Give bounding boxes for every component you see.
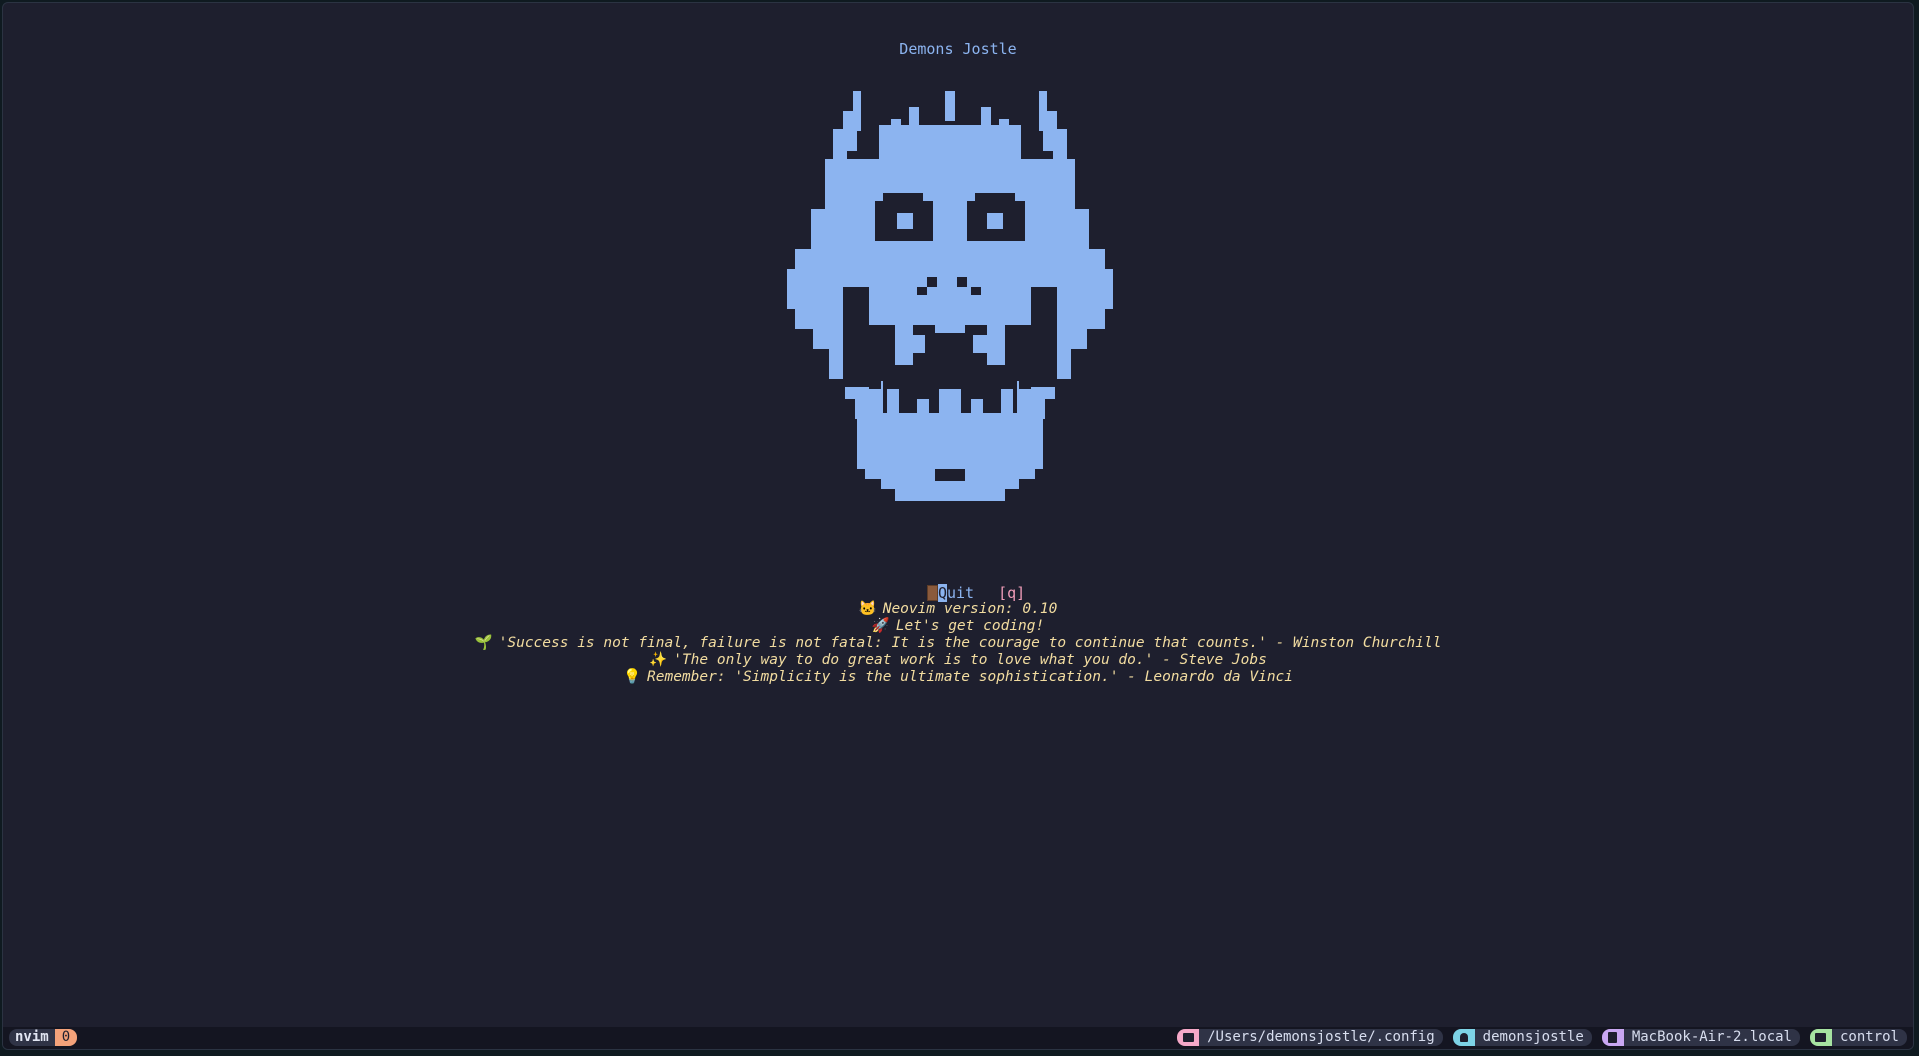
user-icon [1452, 1029, 1475, 1046]
footer-line-churchill: 🌱 'Success is not final, failure is not f… [3, 635, 1913, 652]
footer-line-jobs: ✨ 'The only way to do great work is to lo… [3, 652, 1913, 669]
footer-line-coding: 🚀 Let's get coding! [3, 618, 1913, 635]
skull-logo-icon [787, 91, 1113, 501]
cursor: Q [937, 584, 947, 602]
footer-line-davinci: 💡 Remember: 'Simplicity is the ultimate s… [3, 669, 1913, 686]
user-text: demonsjostle [1474, 1029, 1592, 1046]
status-user: demonsjostle [1452, 1029, 1592, 1046]
dashboard-header: Demons Jostle [899, 40, 1017, 58]
version-text: Neovim version: 0.10 [882, 601, 1058, 617]
dashboard-footer: 🐱 Neovim version: 0.10 🚀 Let's get coding!… [3, 601, 1913, 686]
path-text: /Users/demonsjostle/.config [1199, 1029, 1443, 1046]
quote-davinci: Remember: 'Simplicity is the ultimate so… [647, 669, 1294, 685]
sparkles-icon: ✨ [649, 652, 668, 668]
status-mode: control [1809, 1029, 1907, 1046]
rocket-icon: 🚀 [871, 618, 890, 634]
terminal-window: Demons Jostle Quit [q] 🐱 Neovim version: 0… [2, 2, 1914, 1050]
host-text: MacBook-Air-2.local [1623, 1029, 1800, 1046]
quote-churchill: 'Success is not final, failure is not fa… [498, 635, 1442, 651]
tmux-statusbar: nvim 0 /Users/demonsjostle/.config demon… [3, 1027, 1913, 1049]
window-index-badge: 0 [54, 1029, 78, 1046]
session-indicator[interactable]: nvim 0 [9, 1029, 78, 1046]
server-icon [1601, 1029, 1624, 1046]
status-right: /Users/demonsjostle/.config demonsjostle… [1177, 1029, 1907, 1046]
status-path: /Users/demonsjostle/.config [1177, 1029, 1443, 1046]
lightbulb-icon: 💡 [622, 669, 642, 685]
coding-text: Let's get coding! [895, 618, 1045, 634]
cat-icon: 🐱 [858, 601, 877, 617]
footer-line-version: 🐱 Neovim version: 0.10 [3, 601, 1913, 618]
folder-icon [1177, 1029, 1200, 1046]
quit-button[interactable]: Quit [q] [926, 584, 1026, 602]
session-name: nvim [9, 1029, 55, 1046]
logo-art [785, 89, 1115, 519]
seedling-icon: 🌱 [474, 635, 493, 651]
status-host: MacBook-Air-2.local [1601, 1029, 1800, 1046]
quit-shortcut-key: [q] [998, 584, 1026, 602]
terminal-icon [1809, 1029, 1832, 1046]
mode-text: control [1831, 1029, 1907, 1046]
quit-label: uit [946, 584, 975, 602]
door-icon [926, 585, 938, 601]
quote-jobs: 'The only way to do great work is to lov… [673, 652, 1267, 668]
